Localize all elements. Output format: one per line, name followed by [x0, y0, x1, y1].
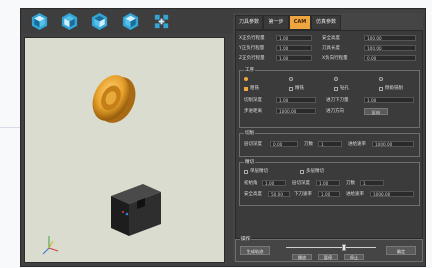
- param-field[interactable]: 1000.00: [372, 141, 414, 147]
- param-label: 步进距离: [244, 109, 262, 114]
- param-field[interactable]: 1: [360, 180, 384, 186]
- checkbox-rough-mill[interactable]: [244, 87, 248, 91]
- slider-track: [286, 247, 376, 248]
- view-iso-1-button[interactable]: [30, 12, 49, 31]
- radio-clean-corner[interactable]: [379, 77, 383, 81]
- param-field[interactable]: 1.00: [316, 180, 340, 186]
- view-iso-2-button[interactable]: [60, 12, 79, 31]
- scene: [42, 69, 161, 255]
- param-field[interactable]: 1.00: [276, 45, 312, 51]
- param-label: 进给速率: [346, 192, 364, 197]
- finish-group: 精切 单层精切 多层精切 初始角 1.00 层切深度 1.00 刀数 1 安全高…: [239, 159, 420, 206]
- checkbox-label: 钻孔: [340, 86, 349, 91]
- nut-part[interactable]: [85, 69, 142, 129]
- page-divider: [0, 127, 20, 128]
- view-iso-3-button[interactable]: [90, 12, 109, 31]
- radio-roughing[interactable]: [244, 77, 248, 81]
- toolbar: [21, 9, 253, 34]
- checkbox-drill[interactable]: [334, 87, 338, 91]
- checkbox-label: 粗铣: [250, 86, 259, 91]
- param-field[interactable]: 1.00: [276, 97, 316, 103]
- checkbox-label: 倒角铣削: [385, 86, 403, 91]
- pause-button[interactable]: 暂停: [318, 254, 338, 260]
- param-label: 层切深度: [244, 142, 262, 147]
- param-field[interactable]: 1000.00: [370, 191, 414, 197]
- group-title: 工序: [244, 67, 255, 74]
- param-field[interactable]: 1.00: [262, 180, 286, 186]
- param-field[interactable]: 1.00: [276, 55, 312, 61]
- param-field[interactable]: 0.00: [270, 141, 298, 147]
- checkbox-label: 多层精切: [306, 169, 324, 174]
- cube-icon: [61, 12, 78, 31]
- checkbox-multi-layer[interactable]: [300, 170, 304, 174]
- checkbox-finish-mill[interactable]: [289, 87, 293, 91]
- cam-parameters: X正负行程量 1.00 安全高度 100.00 Y正负行程量 1.00 刀具长度…: [235, 30, 423, 239]
- param-label: 进刀方向: [326, 109, 344, 114]
- checkbox-single-layer[interactable]: [244, 170, 248, 174]
- param-label: 刀数: [304, 142, 313, 147]
- block-workpiece[interactable]: [111, 184, 161, 236]
- expand-icon: [154, 14, 169, 29]
- param-field[interactable]: 50.00: [268, 191, 290, 197]
- group-title: 操作: [240, 236, 251, 243]
- param-label: 初始角: [244, 181, 258, 186]
- tab-tool-params[interactable]: 刀具参数: [235, 15, 263, 30]
- cube-icon: [122, 12, 139, 31]
- reverse-button[interactable]: 反向: [364, 108, 388, 115]
- param-label: 层切深度: [292, 181, 310, 186]
- axis-triad: [42, 236, 59, 255]
- param-label: 切削深度: [244, 98, 262, 103]
- checkbox-label: 单层精切: [250, 169, 268, 174]
- cube-icon: [31, 12, 48, 31]
- cam-window: 刀具参数 第一步 CAM 仿真参数 X正负行程量 1.00 安全高度 100.0…: [20, 8, 426, 267]
- process-group: 工序 粗铣 精铣 钻孔 倒角铣削 切削深度 1.00 进刀下刀量 1.00 步进…: [239, 67, 420, 128]
- param-label: 进刀下刀量: [326, 98, 349, 103]
- slider-thumb[interactable]: [341, 244, 346, 251]
- group-title: 切削: [244, 130, 255, 137]
- param-field[interactable]: 1.00: [318, 191, 340, 197]
- tab-cam[interactable]: CAM: [289, 15, 311, 30]
- param-label: 进给速率: [348, 142, 366, 147]
- cube-icon: [91, 12, 108, 31]
- param-field[interactable]: 1.00: [364, 97, 414, 103]
- operation-group: 操作 生成轨迹 播放 暂停 停止 确定: [235, 236, 423, 262]
- param-label: Z正负行程量: [239, 56, 265, 61]
- tab-step-one[interactable]: 第一步: [263, 15, 289, 30]
- checkbox-chamfer[interactable]: [379, 87, 383, 91]
- radio-semi-finish[interactable]: [289, 77, 293, 81]
- param-field[interactable]: 0.00: [364, 55, 416, 61]
- param-label: X正负行程量: [239, 36, 265, 41]
- progress-slider[interactable]: [286, 244, 376, 251]
- param-label: Y正负行程量: [239, 46, 265, 51]
- param-label: 下刀速率: [294, 192, 312, 197]
- view-iso-4-button[interactable]: [121, 12, 140, 31]
- param-label: 刀数: [346, 181, 355, 186]
- param-label: 安全高度: [322, 36, 340, 41]
- 3d-viewport[interactable]: [24, 37, 225, 263]
- checkbox-label: 精铣: [295, 86, 304, 91]
- param-label: X负向行程量: [322, 56, 348, 61]
- cut-group: 切削 层切深度 0.00 刀数 1 进给速率 1000.00: [239, 130, 420, 157]
- group-title: 精切: [244, 159, 255, 166]
- param-label: 安全高度: [244, 192, 262, 197]
- param-field[interactable]: 1.00: [276, 35, 312, 41]
- generate-toolpath-button[interactable]: 生成轨迹: [240, 246, 270, 255]
- confirm-button[interactable]: 确定: [386, 246, 416, 255]
- param-label: 刀具长度: [322, 46, 340, 51]
- param-field[interactable]: 100.00: [364, 35, 416, 41]
- param-field[interactable]: 100.00: [364, 45, 416, 51]
- tab-simulation[interactable]: 仿真参数: [311, 15, 341, 30]
- radio-finish[interactable]: [334, 77, 338, 81]
- param-field[interactable]: 1: [318, 141, 342, 147]
- settings-panel: 刀具参数 第一步 CAM 仿真参数 X正负行程量 1.00 安全高度 100.0…: [233, 13, 423, 262]
- stop-button[interactable]: 停止: [344, 254, 364, 260]
- param-field[interactable]: 1000.00: [276, 108, 316, 114]
- view-fit-button[interactable]: [152, 12, 171, 31]
- play-button[interactable]: 播放: [292, 254, 312, 260]
